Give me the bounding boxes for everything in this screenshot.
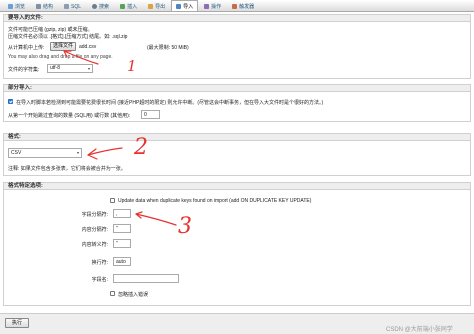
line-terminator-input[interactable] [113, 257, 131, 266]
tab-triggers[interactable]: 触发器 [227, 1, 259, 11]
skip-rows-input[interactable] [141, 110, 160, 119]
execute-button[interactable]: 执行 [5, 318, 29, 328]
watermark: CSDN @大前端小张同学 [386, 327, 453, 333]
tab-sql[interactable]: SQL [59, 1, 86, 11]
charset-select[interactable]: utf-8 [47, 64, 93, 73]
tab-search[interactable]: 搜索 [87, 1, 114, 11]
format-options-heading: 格式特定选项: [3, 182, 471, 190]
tab-operations[interactable]: 操作 [199, 1, 226, 11]
chevron-down-icon [77, 152, 79, 154]
enclosed-by-label: 内容分隔符: [81, 227, 108, 233]
search-icon [92, 4, 98, 9]
annotation-number-1: 1 [127, 57, 137, 75]
tab-export[interactable]: 导出 [143, 1, 170, 11]
file-section-heading: 要导入的文件: [3, 14, 471, 22]
field-separator-input[interactable] [113, 209, 131, 218]
skip-rows-label: 从第一个开始跳过查询的数量 (SQL用) 或行数 (其他用): [8, 113, 131, 119]
tab-label: 浏览 [15, 4, 26, 10]
escaped-by-input[interactable] [113, 239, 131, 248]
sql-icon [64, 4, 70, 9]
allow-interrupt-label: 在导入时脚本若检测到可能需要花费很长时间 (接近PHP超时的限定) 则允许中断。… [16, 100, 324, 106]
triggers-icon [232, 4, 238, 9]
annotation-number-2: 2 [134, 135, 148, 160]
browse-icon [8, 4, 13, 9]
tab-structure[interactable]: 结构 [31, 1, 58, 11]
tab-label: 插入 [127, 4, 138, 10]
selected-file-name: add.csv [79, 44, 97, 50]
format-note: 注释: 如果文件包含多张表，它们将会被合并为一张。 [8, 166, 126, 172]
tab-browse[interactable]: 浏览 [3, 1, 30, 11]
import-icon [176, 3, 182, 9]
partial-import-heading: 部分导入: [3, 84, 471, 92]
escaped-by-label: 内容转义符: [81, 242, 108, 248]
choose-file-button[interactable]: 选择文件 [50, 42, 76, 51]
export-icon [148, 4, 154, 9]
tab-label: SQL [71, 3, 82, 10]
tab-label: 导入 [183, 3, 194, 10]
compression-note: 文件可能已压缩 (gzip, zip) 或未压缩。 [8, 27, 93, 33]
import-page: 浏览 结构 SQL 搜索 插入 导出 导入 操作 触发器 要导入的文件: 文件可… [0, 0, 474, 334]
max-size-note: (最大限制: 50 MiB) [147, 45, 189, 51]
format-select[interactable]: CSV [8, 148, 82, 158]
update-duplicate-label: Update data when duplicate keys found on… [118, 198, 312, 204]
enclosed-by-input[interactable] [113, 224, 131, 233]
column-names-label: 字段名: [91, 277, 108, 283]
tab-label: 结构 [43, 4, 54, 10]
tab-insert[interactable]: 插入 [115, 1, 142, 11]
tab-label: 操作 [211, 4, 222, 10]
operations-icon [204, 4, 210, 9]
charset-value: utf-8 [50, 65, 61, 71]
tab-label: 触发器 [239, 4, 255, 10]
update-duplicate-checkbox[interactable] [110, 198, 115, 203]
ignore-errors-label: 忽略插入错误 [118, 292, 149, 298]
tab-label: 搜索 [99, 4, 110, 10]
column-names-input[interactable] [113, 274, 179, 283]
tab-bar: 浏览 结构 SQL 搜索 插入 导出 导入 操作 触发器 [0, 0, 474, 12]
insert-icon [120, 4, 126, 9]
tab-import[interactable]: 导入 [171, 0, 199, 11]
upload-label: 从计算机中上传: [8, 45, 45, 51]
format-heading: 格式: [3, 133, 471, 141]
drag-drop-hint: You may also drag and drop a file on any… [8, 54, 113, 60]
chevron-down-icon [88, 67, 90, 70]
compression-format-note: 压缩文件名必须以 .[格式].[压缩方式] 结尾。如: .sql.zip [8, 34, 128, 40]
ignore-errors-checkbox[interactable] [110, 291, 115, 296]
allow-interrupt-checkbox[interactable] [8, 99, 13, 104]
structure-icon [36, 4, 42, 9]
field-separator-label: 字段分隔符: [81, 212, 108, 218]
format-value: CSV [11, 150, 22, 156]
tab-label: 导出 [155, 4, 166, 10]
annotation-number-3: 3 [178, 214, 192, 239]
line-terminator-label: 换行符: [91, 260, 108, 266]
charset-label: 文件的字符集: [8, 67, 40, 73]
